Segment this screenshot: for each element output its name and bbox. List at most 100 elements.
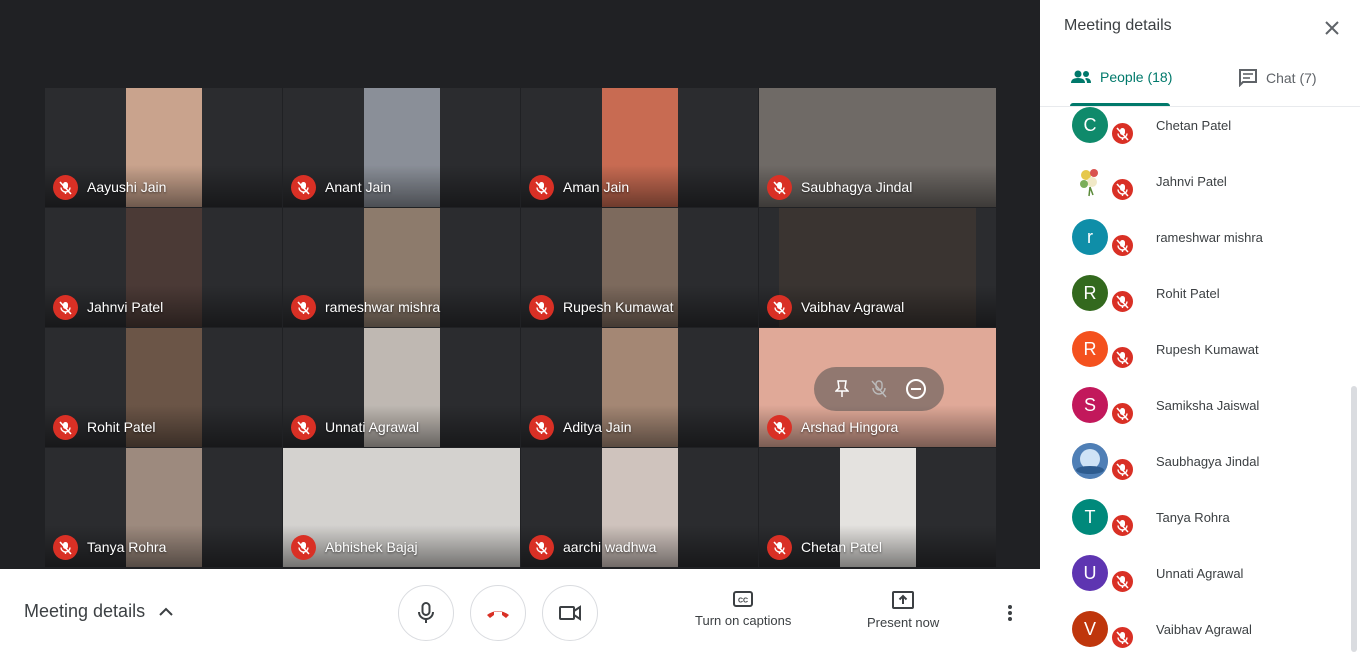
participant-name: Arshad Hingora — [801, 419, 899, 435]
avatar: T — [1072, 499, 1108, 535]
remove-participant-icon[interactable] — [902, 375, 930, 403]
participant-name: Tanya Rohra — [87, 539, 167, 555]
mic-off-icon — [529, 175, 554, 200]
participant-name: Rupesh Kumawat — [563, 299, 674, 315]
participant-name: Aditya Jain — [563, 419, 632, 435]
mic-off-icon — [767, 535, 792, 560]
participant-list-name: Samiksha Jaiswal — [1156, 398, 1260, 413]
participant-list-item[interactable]: Saubhagya Jindal — [1040, 443, 1360, 499]
participant-list-name: Rupesh Kumawat — [1156, 342, 1259, 357]
avatar — [1072, 443, 1108, 479]
people-list-scrollbar[interactable] — [1351, 386, 1357, 652]
closed-captions-icon: CC — [733, 591, 754, 607]
mic-off-icon — [1110, 625, 1135, 650]
mic-off-icon — [1110, 457, 1135, 482]
participant-list-item[interactable]: r rameshwar mishra — [1040, 219, 1360, 275]
meeting-details-toggle[interactable]: Meeting details — [24, 601, 173, 622]
mic-off-icon — [1110, 289, 1135, 314]
avatar — [1072, 163, 1108, 199]
meeting-details-label: Meeting details — [24, 601, 146, 621]
participant-list-item[interactable]: V Vaibhav Agrawal — [1040, 611, 1360, 656]
participant-name: Saubhagya Jindal — [801, 179, 913, 195]
participant-name: Jahnvi Patel — [87, 299, 164, 315]
microphone-icon — [416, 601, 436, 625]
mute-participant-icon[interactable] — [865, 375, 893, 403]
mic-off-icon — [291, 175, 316, 200]
video-stage: Aayushi Jain Anant Jain Aman Jain Saubhagya… — [0, 0, 1040, 569]
mic-off-icon — [53, 295, 78, 320]
participant-tile[interactable]: Rupesh Kumawat — [521, 208, 758, 327]
panel-header: Meeting details — [1040, 0, 1360, 55]
tab-people-label: People (18) — [1100, 69, 1173, 85]
mic-off-icon — [291, 415, 316, 440]
mic-off-icon — [529, 535, 554, 560]
leave-call-button[interactable] — [470, 585, 526, 641]
mic-off-icon — [1110, 345, 1135, 370]
pin-icon[interactable] — [828, 375, 856, 403]
participant-list-item[interactable]: U Unnati Agrawal — [1040, 555, 1360, 611]
participant-list-item[interactable]: R Rupesh Kumawat — [1040, 331, 1360, 387]
present-now-label: Present now — [867, 615, 940, 630]
participant-list-item[interactable]: Jahnvi Patel — [1040, 163, 1360, 219]
more-vert-icon — [1008, 605, 1012, 621]
close-panel-button[interactable] — [1320, 16, 1344, 40]
participant-tile[interactable]: Rohit Patel — [45, 328, 282, 447]
avatar: R — [1072, 331, 1108, 367]
participant-tile[interactable]: aarchi wadhwa — [521, 448, 758, 567]
svg-text:CC: CC — [738, 598, 748, 605]
camera-button[interactable] — [542, 585, 598, 641]
chevron-up-icon — [159, 607, 173, 616]
participant-tile[interactable]: Aayushi Jain — [45, 88, 282, 207]
more-options-button[interactable] — [998, 601, 1022, 625]
avatar: U — [1072, 555, 1108, 591]
participant-tile[interactable]: Arshad Hingora — [759, 328, 996, 447]
meeting-details-panel: Meeting details People (18) Chat (7) C Ch… — [1040, 0, 1360, 656]
participant-list-item[interactable]: C Chetan Patel — [1040, 107, 1360, 163]
participant-list-item[interactable]: R Rohit Patel — [1040, 275, 1360, 331]
participant-tile[interactable]: Chetan Patel — [759, 448, 996, 567]
participant-tile[interactable]: Saubhagya Jindal — [759, 88, 996, 207]
participant-name: Rohit Patel — [87, 419, 156, 435]
participant-tile[interactable]: Tanya Rohra — [45, 448, 282, 567]
mic-off-icon — [53, 175, 78, 200]
captions-button[interactable]: CC Turn on captions — [695, 591, 791, 628]
people-list: C Chetan Patel Jahnvi Patel r rameshwar mish… — [1040, 107, 1360, 656]
participant-tile[interactable]: Jahnvi Patel — [45, 208, 282, 327]
present-now-button[interactable]: Present now — [867, 591, 939, 630]
participant-name: Vaibhav Agrawal — [801, 299, 905, 315]
participant-tile[interactable]: rameshwar mishra — [283, 208, 520, 327]
participant-list-name: Saubhagya Jindal — [1156, 454, 1260, 469]
participant-tile[interactable]: Unnati Agrawal — [283, 328, 520, 447]
participant-name: rameshwar mishra — [325, 299, 441, 315]
chat-icon — [1238, 69, 1258, 87]
participant-list-name: Tanya Rohra — [1156, 510, 1230, 525]
captions-label: Turn on captions — [695, 613, 792, 628]
active-tab-indicator — [1070, 103, 1170, 106]
participant-tile[interactable]: Vaibhav Agrawal — [759, 208, 996, 327]
mic-off-icon — [1110, 177, 1135, 202]
participant-tile[interactable]: Abhishek Bajaj — [283, 448, 520, 567]
tab-people[interactable]: People (18) — [1070, 69, 1172, 85]
mic-off-icon — [53, 415, 78, 440]
tab-chat[interactable]: Chat (7) — [1238, 69, 1317, 87]
tile-hover-controls — [814, 367, 944, 411]
participant-tile[interactable]: Aditya Jain — [521, 328, 758, 447]
participant-name: Abhishek Bajaj — [325, 539, 418, 555]
present-screen-icon — [892, 591, 915, 609]
participant-tile[interactable]: Anant Jain — [283, 88, 520, 207]
mic-off-icon — [767, 295, 792, 320]
people-icon — [1070, 70, 1092, 84]
participant-list-name: Unnati Agrawal — [1156, 566, 1244, 581]
participant-list-item[interactable]: S Samiksha Jaiswal — [1040, 387, 1360, 443]
video-grid: Aayushi Jain Anant Jain Aman Jain Saubhagya… — [45, 88, 996, 569]
participant-tile[interactable]: Aman Jain — [521, 88, 758, 207]
mic-off-icon — [1110, 401, 1135, 426]
mic-off-icon — [529, 295, 554, 320]
video-camera-icon — [558, 604, 582, 622]
close-icon — [1325, 21, 1339, 35]
participant-name: Aayushi Jain — [87, 179, 167, 195]
bottom-toolbar: Meeting details CC Turn on captions Pres… — [0, 569, 1040, 656]
participant-list-item[interactable]: T Tanya Rohra — [1040, 499, 1360, 555]
hang-up-icon — [485, 607, 511, 619]
microphone-button[interactable] — [398, 585, 454, 641]
